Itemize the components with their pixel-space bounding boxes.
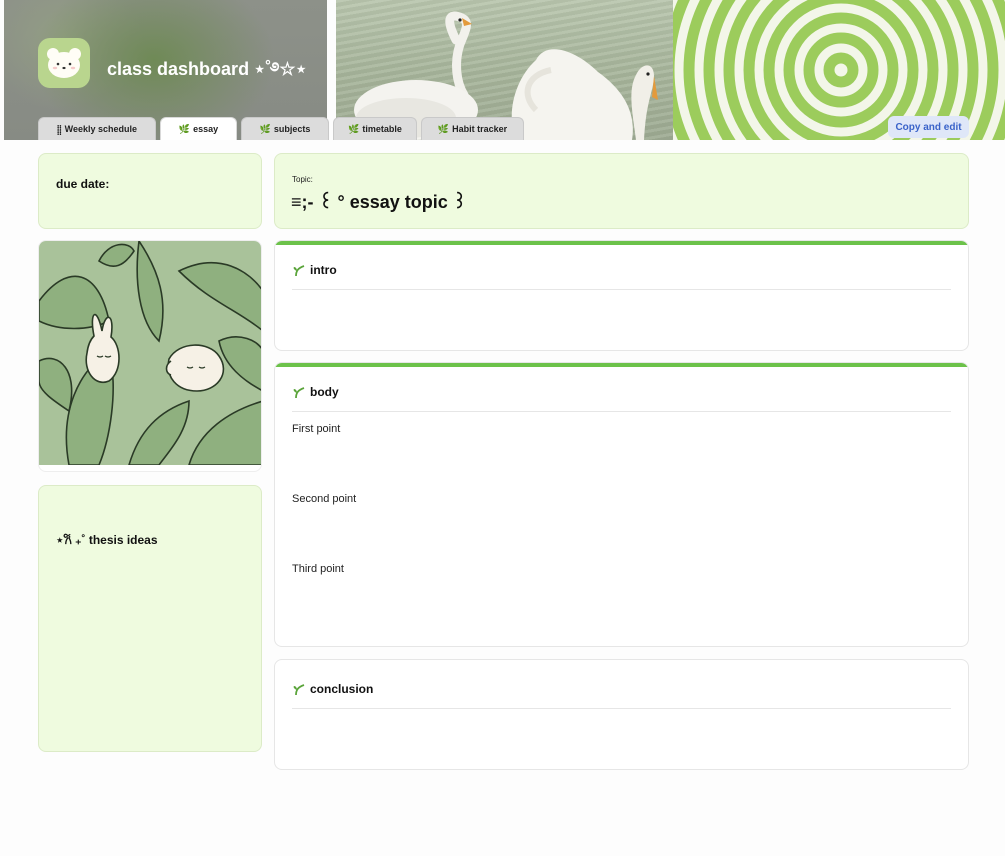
- intro-section[interactable]: intro: [274, 240, 969, 351]
- conclusion-label: conclusion: [310, 682, 374, 696]
- divider: [292, 411, 951, 412]
- body-point-1[interactable]: First point: [292, 423, 340, 435]
- conclusion-heading: conclusion: [292, 682, 373, 696]
- conclusion-section[interactable]: conclusion: [274, 659, 969, 770]
- thesis-ideas-card[interactable]: ⋆𐙚 ₊˚ thesis ideas: [38, 485, 262, 752]
- bunnies-illustration: [39, 241, 261, 466]
- bunnies-in-leaves-image: [38, 240, 262, 472]
- tab-weekly-schedule[interactable]: ⸽⸽ Weekly schedule: [38, 117, 156, 140]
- thesis-ideas-label: ⋆𐙚 ₊˚ thesis ideas: [56, 533, 158, 547]
- essay-topic-title: ≡;- ꒰ ° essay topic ꒱: [291, 192, 467, 212]
- intro-heading: intro: [292, 263, 337, 277]
- leaf-icon: 🌿: [437, 123, 450, 134]
- sprout-icon: [293, 684, 305, 695]
- tab-habit-tracker[interactable]: 🌿 Habit tracker: [421, 117, 524, 140]
- divider: [292, 289, 951, 290]
- copy-and-edit-button[interactable]: Copy and edit: [888, 116, 969, 138]
- topic-caption: Topic:: [292, 175, 313, 184]
- leaf-icon: 🌿: [348, 123, 360, 134]
- divider: [292, 708, 951, 709]
- body-section[interactable]: body First point Second point Third poin…: [274, 362, 969, 647]
- tab-subjects[interactable]: 🌿 subjects: [241, 117, 329, 140]
- tab-label: Weekly schedule: [64, 124, 137, 134]
- tab-timetable[interactable]: 🌿 timetable: [333, 117, 417, 140]
- topic-card[interactable]: Topic: ≡;- ꒰ ° essay topic ꒱: [274, 153, 969, 229]
- body-point-2[interactable]: Second point: [292, 493, 356, 505]
- leaf-icon: 🌿: [259, 123, 271, 134]
- tab-label: Habit tracker: [452, 124, 508, 134]
- tab-essay[interactable]: 🌿 essay: [160, 117, 237, 140]
- page-title: class dashboard ⋆˚࿔☆⋆: [107, 59, 307, 79]
- due-date-label: due date:: [56, 177, 110, 191]
- tab-label: subjects: [273, 124, 311, 134]
- tab-label: timetable: [362, 124, 402, 134]
- intro-label: intro: [310, 263, 337, 277]
- bear-face-icon: [47, 48, 81, 78]
- tab-prefix-icon: ⸽⸽: [56, 124, 62, 135]
- body-heading: body: [292, 385, 339, 399]
- header-banner: class dashboard ⋆˚࿔☆⋆ ⸽⸽ Weekly schedule…: [0, 0, 1005, 140]
- sprout-icon: [293, 265, 305, 276]
- body-label: body: [310, 385, 339, 399]
- due-date-card[interactable]: due date:: [38, 153, 262, 229]
- tab-bar: ⸽⸽ Weekly schedule 🌿 essay 🌿 subjects 🌿 …: [38, 117, 524, 140]
- body-point-3[interactable]: Third point: [292, 563, 344, 575]
- dashboard-avatar: [38, 38, 90, 88]
- sprout-icon: [293, 387, 305, 398]
- tab-label: essay: [193, 124, 219, 134]
- leaf-icon: 🌿: [178, 123, 191, 134]
